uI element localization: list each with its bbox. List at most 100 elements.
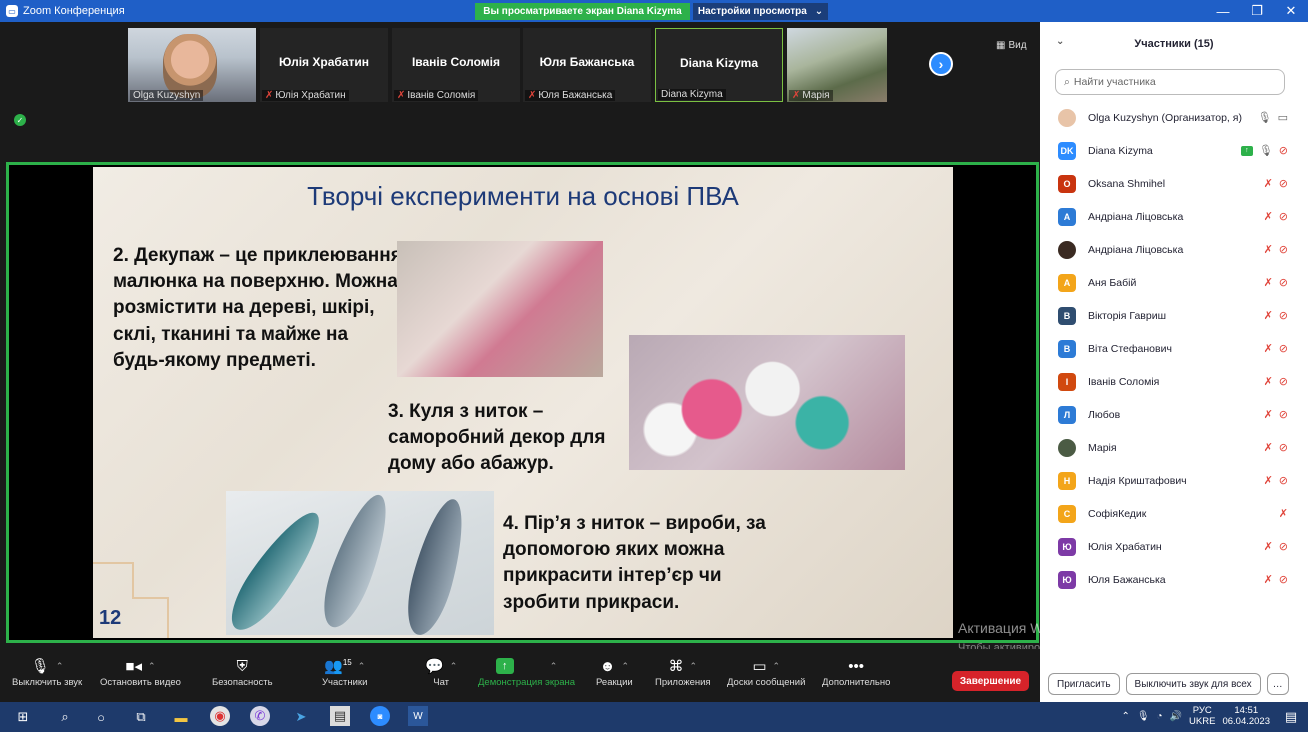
microphone-icon[interactable]: 🎙 <box>1258 111 1272 124</box>
mic-muted-icon[interactable]: ✗ <box>1264 342 1273 355</box>
mic-muted-icon[interactable]: ✗ <box>1264 408 1273 421</box>
mic-muted-icon[interactable]: ✗ <box>1264 276 1273 289</box>
video-off-icon[interactable]: ⊘ <box>1279 177 1288 190</box>
video-off-icon[interactable]: ⊘ <box>1279 573 1288 586</box>
participant-name: Любов <box>1088 408 1121 421</box>
minimize-icon[interactable]: — <box>1206 0 1240 22</box>
caret-up-icon[interactable]: ⌃ <box>621 661 629 672</box>
participant-row[interactable]: Марія ✗ ⊘ <box>1040 431 1308 464</box>
video-off-icon[interactable]: ⊘ <box>1279 276 1288 289</box>
file-explorer-icon[interactable]: ▬ <box>170 706 192 728</box>
telegram-icon[interactable]: ➤ <box>290 706 312 728</box>
cortana-icon[interactable]: ○ <box>90 706 112 728</box>
close-icon[interactable]: ✕ <box>1274 0 1308 22</box>
clock[interactable]: 14:51 06.04.2023 <box>1222 705 1270 728</box>
video-thumbnail-active-speaker[interactable]: Diana Kizyma Diana Kizyma <box>655 28 783 102</box>
mic-muted-icon[interactable]: ✗ <box>1264 441 1273 454</box>
task-view-icon[interactable]: ⧉ <box>130 706 152 728</box>
view-settings-button[interactable]: Настройки просмотра ⌄ <box>693 3 828 20</box>
participant-row[interactable]: B Вікторія Гавриш ✗ ⊘ <box>1040 299 1308 332</box>
video-thumbnail[interactable]: Іванів Соломія ✗ Іванів Соломія <box>392 28 520 102</box>
more-button[interactable]: ••• Дополнительно <box>822 655 890 689</box>
caret-up-icon[interactable]: ⌃ <box>358 661 366 672</box>
caret-up-icon[interactable]: ⌃ <box>773 661 781 672</box>
zoom-app-icon[interactable]: ◙ <box>370 706 390 726</box>
end-meeting-button[interactable]: Завершение <box>952 671 1029 691</box>
video-off-icon[interactable]: ⊘ <box>1279 408 1288 421</box>
viber-icon[interactable]: ✆ <box>250 706 270 726</box>
restore-icon[interactable]: ❐ <box>1240 0 1274 22</box>
share-screen-button[interactable]: ↑ ⌃ Демонстрация экрана <box>478 655 575 688</box>
panel-more-button[interactable]: … <box>1266 673 1289 695</box>
video-thumbnail-olga[interactable]: Olga Kuzyshyn <box>128 28 256 102</box>
video-thumbnail-maria[interactable]: ✗ Марія <box>787 28 887 102</box>
chrome-icon[interactable]: ◉ <box>210 706 230 726</box>
participant-row[interactable]: Ю Юля Бажанська ✗ ⊘ <box>1040 563 1308 596</box>
mic-muted-icon[interactable]: ✗ <box>1264 309 1273 322</box>
security-button[interactable]: ⛨ Безопасность <box>212 655 273 689</box>
search-icon[interactable]: ⌕ <box>54 706 76 728</box>
encryption-shield-icon[interactable]: ✓ <box>14 114 26 126</box>
tray-arrow-icon[interactable]: ⌃ <box>1121 711 1129 722</box>
chat-button[interactable]: 💬 ⌃ Чат <box>425 655 457 688</box>
participant-search-input[interactable]: ⌕ Найти участника <box>1055 69 1285 95</box>
apps-button[interactable]: ⌘ ⌃ Приложения <box>655 655 711 688</box>
mic-muted-icon[interactable]: ✗ <box>1264 210 1273 223</box>
participant-row[interactable]: Olga Kuzyshyn (Организатор, я) 🎙 ▭ <box>1040 101 1308 134</box>
tray-network-icon[interactable]: ◔ <box>1157 711 1163 722</box>
caret-up-icon[interactable]: ⌃ <box>148 661 156 672</box>
document-viewer-icon[interactable]: ▤ <box>330 706 350 726</box>
reactions-button[interactable]: ☻ ⌃ Реакции <box>596 655 633 689</box>
mic-muted-icon[interactable]: ✗ <box>1264 375 1273 388</box>
video-off-icon[interactable]: ⊘ <box>1279 375 1288 388</box>
participant-row[interactable]: C СофіяКедик ✗ <box>1040 497 1308 530</box>
participant-row[interactable]: O Oksana Shmihel ✗ ⊘ <box>1040 167 1308 200</box>
whiteboards-button[interactable]: ▭ ⌃ Доски сообщений <box>727 655 805 688</box>
view-button[interactable]: ▦ Вид <box>996 40 1027 51</box>
word-icon[interactable]: W <box>408 706 428 726</box>
participant-row[interactable]: I Іванів Соломія ✗ ⊘ <box>1040 365 1308 398</box>
participant-row[interactable]: DK Diana Kizyma ↑ 🎙 ⊘ <box>1040 134 1308 167</box>
mic-muted-icon[interactable]: ✗ <box>1264 243 1273 256</box>
caret-up-icon[interactable]: ⌃ <box>690 661 698 672</box>
tray-volume-icon[interactable]: 🔊 <box>1170 711 1182 722</box>
collapse-chevron-icon[interactable]: ⌄ <box>1056 36 1064 47</box>
video-thumbnail[interactable]: Юлія Храбатин ✗ Юлія Храбатин <box>260 28 388 102</box>
mute-button[interactable]: 🎙 ⌃ Выключить звук <box>12 655 82 688</box>
video-off-icon[interactable]: ⊘ <box>1279 210 1288 223</box>
participants-button[interactable]: 👥15 ⌃ Участники <box>322 655 367 688</box>
mic-muted-icon[interactable]: ✗ <box>1264 573 1273 586</box>
next-page-arrow-icon[interactable]: › <box>929 52 953 76</box>
mic-muted-icon[interactable]: ✗ <box>1279 507 1288 520</box>
participant-row[interactable]: A Аня Бабій ✗ ⊘ <box>1040 266 1308 299</box>
language-indicator[interactable]: РУС UKRE <box>1189 705 1215 728</box>
windows-start-icon[interactable]: ⊞ <box>12 706 34 728</box>
video-off-icon[interactable]: ⊘ <box>1279 540 1288 553</box>
participant-row[interactable]: Андріана Ліцовська ✗ ⊘ <box>1040 233 1308 266</box>
microphone-icon[interactable]: 🎙 <box>1259 144 1273 157</box>
participant-row[interactable]: B Віта Стефанович ✗ ⊘ <box>1040 332 1308 365</box>
video-camera-icon[interactable]: ▭ <box>1278 111 1288 124</box>
video-off-icon[interactable]: ⊘ <box>1279 474 1288 487</box>
caret-up-icon[interactable]: ⌃ <box>56 661 64 672</box>
notifications-icon[interactable]: ▤ <box>1280 706 1302 728</box>
video-off-icon[interactable]: ⊘ <box>1279 309 1288 322</box>
participant-row[interactable]: Ю Юлія Храбатин ✗ ⊘ <box>1040 530 1308 563</box>
video-off-icon[interactable]: ⊘ <box>1279 144 1288 157</box>
invite-button[interactable]: Пригласить <box>1048 673 1120 695</box>
video-thumbnail[interactable]: Юля Бажанська ✗ Юля Бажанська <box>523 28 651 102</box>
video-off-icon[interactable]: ⊘ <box>1279 342 1288 355</box>
mic-muted-icon[interactable]: ✗ <box>1264 177 1273 190</box>
participant-row[interactable]: A Андріана Ліцовська ✗ ⊘ <box>1040 200 1308 233</box>
video-off-icon[interactable]: ⊘ <box>1279 243 1288 256</box>
stop-video-button[interactable]: ■◂ ⌃ Остановить видео <box>100 655 181 688</box>
mic-muted-icon[interactable]: ✗ <box>1264 474 1273 487</box>
mute-all-button[interactable]: Выключить звук для всех <box>1125 673 1261 695</box>
video-off-icon[interactable]: ⊘ <box>1279 441 1288 454</box>
tray-mic-icon[interactable]: 🎙 <box>1137 711 1150 722</box>
participant-row[interactable]: H Надія Криштафович ✗ ⊘ <box>1040 464 1308 497</box>
caret-up-icon[interactable]: ⌃ <box>450 661 458 672</box>
mic-muted-icon[interactable]: ✗ <box>1264 540 1273 553</box>
caret-up-icon[interactable]: ⌃ <box>550 661 558 672</box>
participant-row[interactable]: Л Любов ✗ ⊘ <box>1040 398 1308 431</box>
